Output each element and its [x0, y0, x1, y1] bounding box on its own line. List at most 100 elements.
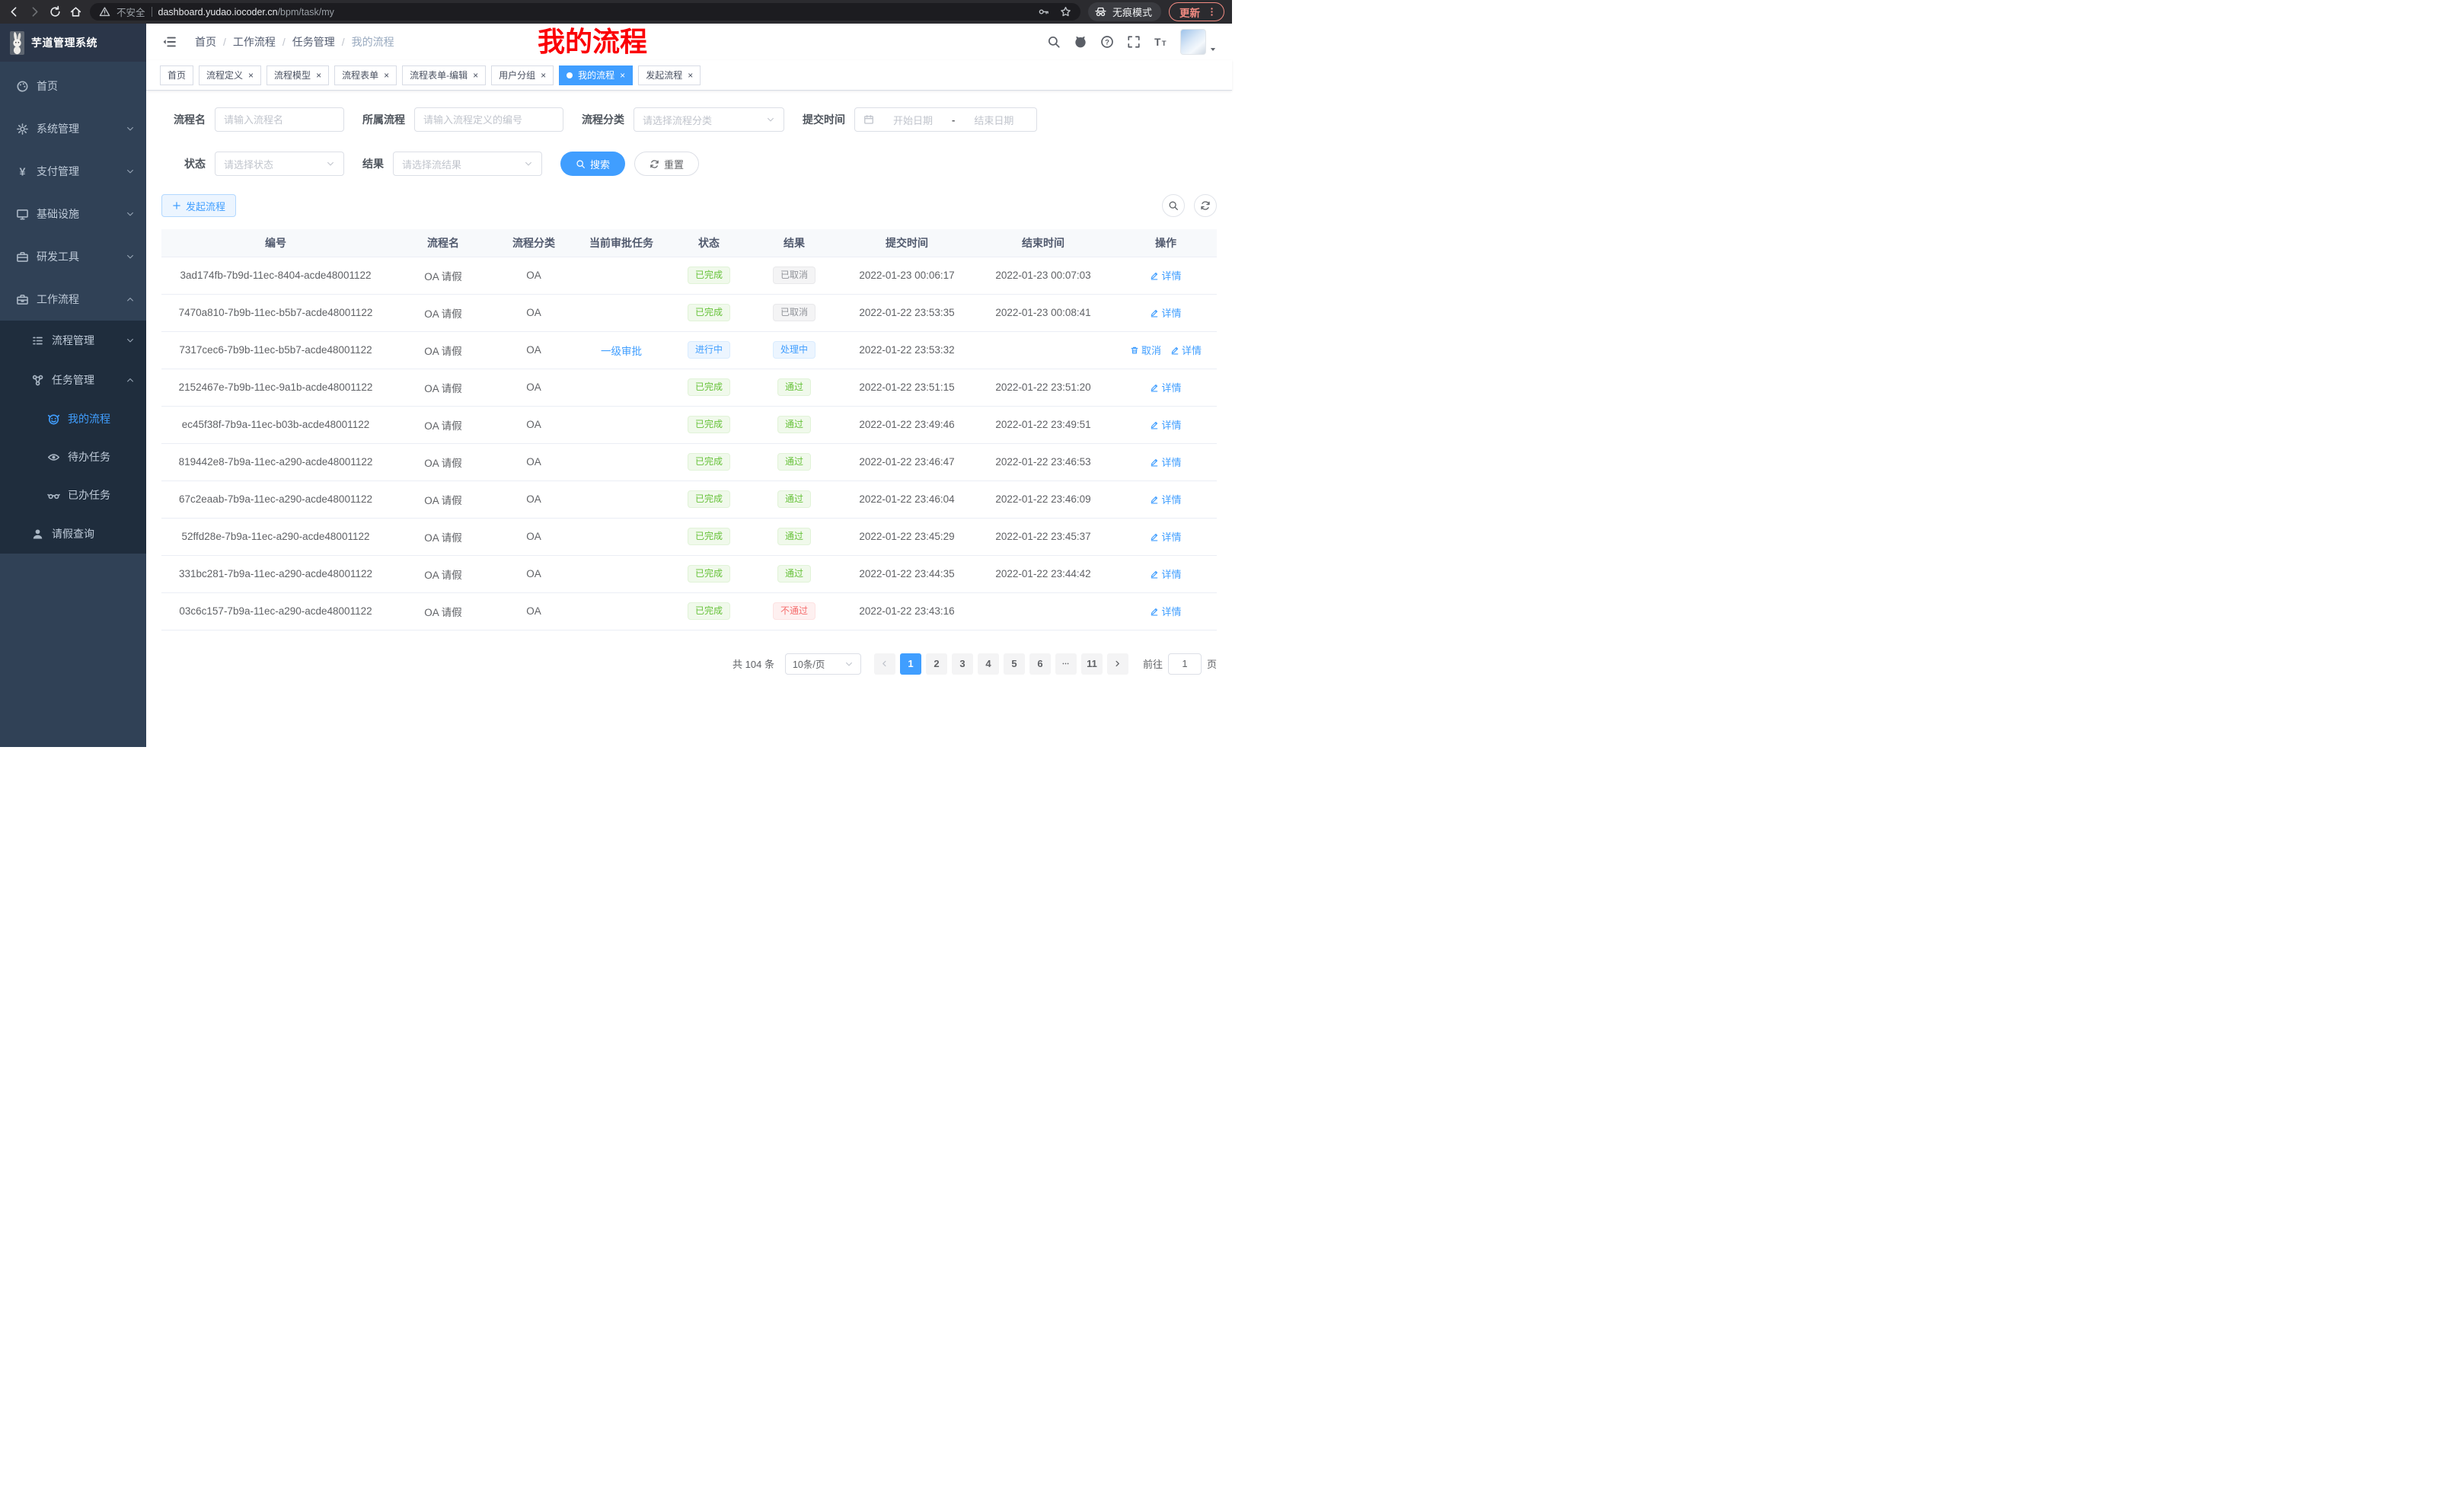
- goto-page-input[interactable]: [1168, 653, 1202, 675]
- prev-page-button[interactable]: [874, 653, 895, 675]
- browser-forward-icon[interactable]: [28, 5, 41, 18]
- detail-action-link[interactable]: 详情: [1150, 380, 1181, 394]
- tab-1[interactable]: 流程定义×: [199, 65, 261, 85]
- cell-actions: 详情: [1115, 406, 1217, 443]
- cell-submit-time: 2022-01-22 23:46:47: [842, 443, 972, 480]
- tab-3[interactable]: 流程表单×: [334, 65, 397, 85]
- next-page-button[interactable]: [1107, 653, 1128, 675]
- detail-action-link[interactable]: 详情: [1150, 455, 1181, 469]
- detail-action-link[interactable]: 详情: [1150, 604, 1181, 618]
- browser-update-button[interactable]: 更新: [1169, 2, 1224, 21]
- sidebar-item-flow[interactable]: 任务管理: [0, 360, 146, 400]
- browser-home-icon[interactable]: [69, 5, 82, 18]
- process-category-select[interactable]: 请选择流程分类: [634, 107, 784, 132]
- font-size-icon[interactable]: TT: [1154, 35, 1167, 49]
- url-text: dashboard.yudao.iocoder.cn/bpm/task/my: [158, 7, 334, 18]
- cell-status: 已完成: [672, 406, 746, 443]
- sidebar-item-list[interactable]: 流程管理: [0, 321, 146, 360]
- breadcrumb-item[interactable]: 任务管理: [292, 34, 335, 49]
- sidebar-item-toolbox[interactable]: 研发工具: [0, 235, 146, 278]
- status-select[interactable]: 请选择状态: [215, 152, 344, 176]
- submit-time-range-picker[interactable]: 开始日期 - 结束日期: [854, 107, 1037, 132]
- detail-action-link[interactable]: 详情: [1150, 529, 1181, 544]
- password-key-icon[interactable]: [1038, 6, 1049, 18]
- url-path: /bpm/task/my: [278, 7, 334, 18]
- logo-row[interactable]: 芋道管理系统: [0, 24, 146, 62]
- browser-menu-dots-icon[interactable]: [1207, 7, 1217, 17]
- header-search-icon[interactable]: [1047, 35, 1061, 49]
- page-button-6[interactable]: 6: [1029, 653, 1051, 675]
- tab-close-icon[interactable]: ×: [688, 71, 693, 80]
- tab-4[interactable]: 流程表单-编辑×: [402, 65, 486, 85]
- page-button-11[interactable]: 11: [1081, 653, 1103, 675]
- tab-close-icon[interactable]: ×: [541, 71, 546, 80]
- detail-action-link[interactable]: 详情: [1150, 567, 1181, 581]
- tab-close-icon[interactable]: ×: [620, 71, 625, 80]
- tab-0[interactable]: 首页: [160, 65, 193, 85]
- tab-close-icon[interactable]: ×: [316, 71, 321, 80]
- fullscreen-icon[interactable]: [1127, 35, 1141, 49]
- detail-action-link[interactable]: 详情: [1150, 268, 1181, 283]
- process-definition-label: 所属流程: [362, 112, 405, 127]
- sidebar-item-eye[interactable]: 待办任务: [0, 438, 146, 476]
- search-button[interactable]: 搜索: [560, 152, 625, 176]
- detail-action-link[interactable]: 详情: [1150, 417, 1181, 432]
- show-search-toggle-button[interactable]: [1162, 194, 1185, 217]
- sidebar-item-glasses[interactable]: 已办任务: [0, 476, 146, 514]
- goto-label: 前往: [1143, 656, 1163, 671]
- tab-6[interactable]: 我的流程×: [559, 65, 633, 85]
- tab-5[interactable]: 用户分组×: [491, 65, 554, 85]
- reset-button[interactable]: 重置: [634, 152, 699, 176]
- tab-7[interactable]: 发起流程×: [638, 65, 701, 85]
- sidebar-item-face[interactable]: 我的流程: [0, 400, 146, 438]
- cell-id: 3ad174fb-7b9d-11ec-8404-acde48001122: [161, 257, 390, 294]
- page-button-5[interactable]: 5: [1004, 653, 1025, 675]
- process-definition-input[interactable]: [423, 114, 554, 126]
- user-menu[interactable]: [1180, 29, 1217, 55]
- tab-2[interactable]: 流程模型×: [267, 65, 329, 85]
- breadcrumb-item[interactable]: 工作流程: [233, 34, 276, 49]
- chevron-up-icon: [126, 375, 135, 385]
- detail-action-link[interactable]: 详情: [1150, 305, 1181, 320]
- tab-close-icon[interactable]: ×: [248, 71, 254, 80]
- sidebar-collapse-icon[interactable]: [161, 35, 177, 49]
- github-icon[interactable]: [1074, 35, 1087, 49]
- page-button-1[interactable]: 1: [900, 653, 921, 675]
- tab-close-icon[interactable]: ×: [473, 71, 478, 80]
- date-end-placeholder[interactable]: 结束日期: [961, 113, 1026, 127]
- sidebar-item-monitor[interactable]: 基础设施: [0, 193, 146, 235]
- result-select[interactable]: 请选择流结果: [393, 152, 542, 176]
- help-icon[interactable]: ?: [1100, 35, 1114, 49]
- bookmark-star-icon[interactable]: [1060, 6, 1071, 18]
- tab-close-icon[interactable]: ×: [384, 71, 389, 80]
- page-button-3[interactable]: 3: [952, 653, 973, 675]
- address-bar[interactable]: 不安全 dashboard.yudao.iocoder.cn/bpm/task/…: [90, 3, 1080, 21]
- start-process-button[interactable]: 发起流程: [161, 194, 236, 217]
- cell-process-name: OA 请假: [390, 555, 496, 592]
- breadcrumb: 首页 / 工作流程 / 任务管理 / 我的流程: [195, 34, 394, 49]
- more-pages-button[interactable]: [1055, 653, 1077, 675]
- sidebar-item-user[interactable]: 请假查询: [0, 514, 146, 554]
- search-icon: [1168, 200, 1179, 211]
- breadcrumb-item[interactable]: 首页: [195, 34, 216, 49]
- cell-status: 已完成: [672, 369, 746, 406]
- sidebar-item-yen[interactable]: ¥支付管理: [0, 150, 146, 193]
- sidebar-item-gear[interactable]: 系统管理: [0, 107, 146, 150]
- page-size-select[interactable]: 10条/页: [785, 653, 861, 675]
- detail-action-link[interactable]: 详情: [1150, 492, 1181, 506]
- page-button-4[interactable]: 4: [978, 653, 999, 675]
- refresh-table-button[interactable]: [1194, 194, 1217, 217]
- current-task-link[interactable]: 一级审批: [601, 346, 642, 357]
- browser-reload-icon[interactable]: [49, 5, 62, 18]
- cancel-action-link[interactable]: 取消: [1130, 343, 1161, 357]
- page-button-2[interactable]: 2: [926, 653, 947, 675]
- browser-back-icon[interactable]: [8, 5, 21, 18]
- sidebar-item-dashboard[interactable]: 首页: [0, 65, 146, 107]
- sidebar-item-briefcase[interactable]: 工作流程: [0, 278, 146, 321]
- chevron-left-icon: [880, 659, 889, 668]
- cell-category: OA: [496, 518, 571, 555]
- avatar[interactable]: [1180, 29, 1206, 55]
- process-name-input[interactable]: [224, 114, 335, 126]
- date-start-placeholder[interactable]: 开始日期: [880, 113, 946, 127]
- detail-action-link[interactable]: 详情: [1170, 343, 1202, 357]
